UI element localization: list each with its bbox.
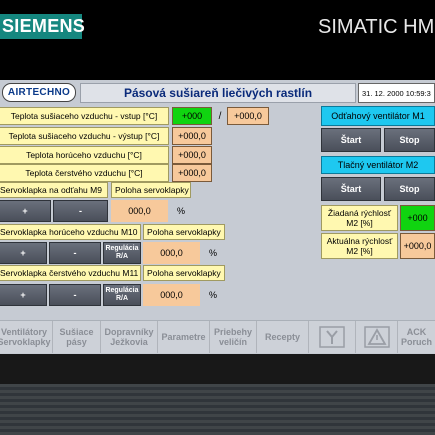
damper-m11-unit: % bbox=[202, 284, 224, 306]
damper-m9-minus-button[interactable]: - bbox=[53, 200, 108, 222]
nav-ack-faults[interactable]: ACK Poruch bbox=[398, 321, 435, 353]
nav-drying-belts[interactable]: Sušiace pásy bbox=[53, 321, 101, 353]
temp-outlet-value: +000,0 bbox=[172, 127, 212, 145]
damper-m9-position-value: 000,0 bbox=[111, 200, 168, 222]
fan-m2-stop-button[interactable]: Stop bbox=[384, 177, 435, 201]
device-bezel-texture bbox=[0, 384, 435, 435]
damper-m10-position-label: Poloha servoklapky bbox=[143, 224, 225, 240]
damper-m11-plus-button[interactable]: + bbox=[0, 284, 47, 306]
fan-m2-label: Tlačný ventilátor M2 bbox=[321, 156, 435, 174]
actual-speed-value: +000,0 bbox=[400, 233, 435, 259]
nav-conveyors[interactable]: Dopravníky Ježkovia bbox=[101, 321, 158, 353]
nav-trends[interactable]: Priebehy veličín bbox=[210, 321, 257, 353]
temp-hot-air-value: +000,0 bbox=[172, 146, 212, 164]
damper-m11-position-label: Poloha servoklapky bbox=[143, 265, 225, 281]
damper-m10-plus-button[interactable]: + bbox=[0, 242, 47, 264]
fan-m2-start-button[interactable]: Štart bbox=[321, 177, 381, 201]
nav-alarms[interactable] bbox=[356, 321, 398, 353]
siemens-logo: SIEMENS bbox=[0, 14, 85, 39]
damper-m10-unit: % bbox=[202, 242, 224, 264]
damper-m9-plus-button[interactable]: + bbox=[0, 200, 51, 222]
desired-speed-value[interactable]: +000 bbox=[400, 205, 435, 231]
damper-m11-minus-button[interactable]: - bbox=[49, 284, 101, 306]
damper-m10-minus-button[interactable]: - bbox=[49, 242, 101, 264]
damper-m9-label: Servoklapka na odťahu M9 bbox=[0, 182, 108, 198]
damper-m10-label: Servoklapka horúceho vzduchu M10 bbox=[0, 224, 141, 240]
temp-inlet-separator: / bbox=[218, 110, 222, 122]
nav-parameters[interactable]: Parametre bbox=[158, 321, 210, 353]
airtechno-logo: AIRTECHNO bbox=[2, 83, 76, 102]
damper-m10-position-value: 000,0 bbox=[143, 242, 200, 264]
desired-speed-label: Žiadaná rýchlosť M2 [%] bbox=[321, 205, 398, 231]
nav-fans-dampers[interactable]: Ventilátory Servoklapky bbox=[0, 321, 53, 353]
nav-recipes[interactable]: Recepty bbox=[257, 321, 309, 353]
temp-outlet-label: Teplota sušiaceho vzduchu - výstup [°C] bbox=[0, 127, 169, 145]
fan-m1-label: Odťahový ventilátor M1 bbox=[321, 106, 435, 126]
temp-inlet-setpoint[interactable]: +000,0 bbox=[227, 107, 269, 125]
temp-inlet-value[interactable]: +000 bbox=[172, 107, 212, 125]
temp-hot-air-label: Teplota horúceho vzduchu [°C] bbox=[0, 146, 169, 164]
nav-service[interactable] bbox=[309, 321, 356, 353]
damper-m9-unit: % bbox=[170, 200, 192, 222]
fan-m1-start-button[interactable]: Štart bbox=[321, 128, 381, 152]
simatic-label: SIMATIC HMI bbox=[318, 16, 435, 38]
datetime-display: 31. 12. 2000 10:59:3 bbox=[358, 83, 435, 103]
damper-m10-regulation-button[interactable]: Regulácia R/A bbox=[103, 242, 141, 264]
fan-m1-stop-button[interactable]: Stop bbox=[384, 128, 435, 152]
damper-m11-regulation-button[interactable]: Regulácia R/A bbox=[103, 284, 141, 306]
page-title: Pásová sušiareň liečivých rastlín bbox=[80, 83, 356, 103]
damper-m11-position-value: 000,0 bbox=[143, 284, 200, 306]
actual-speed-label: Aktuálna rýchlosť M2 [%] bbox=[321, 233, 398, 259]
warning-triangle-icon bbox=[363, 326, 390, 348]
damper-m11-label: Servoklapka čerstvého vzduchu M11 bbox=[0, 265, 141, 281]
temp-fresh-air-value: +000,0 bbox=[172, 164, 212, 182]
service-tool-icon bbox=[319, 326, 345, 348]
temp-inlet-label: Teplota sušiaceho vzduchu - vstup [°C] bbox=[0, 107, 169, 125]
damper-m9-position-label: Poloha servoklapky bbox=[111, 182, 191, 198]
temp-fresh-air-label: Teplota čerstvého vzduchu [°C] bbox=[0, 164, 169, 182]
